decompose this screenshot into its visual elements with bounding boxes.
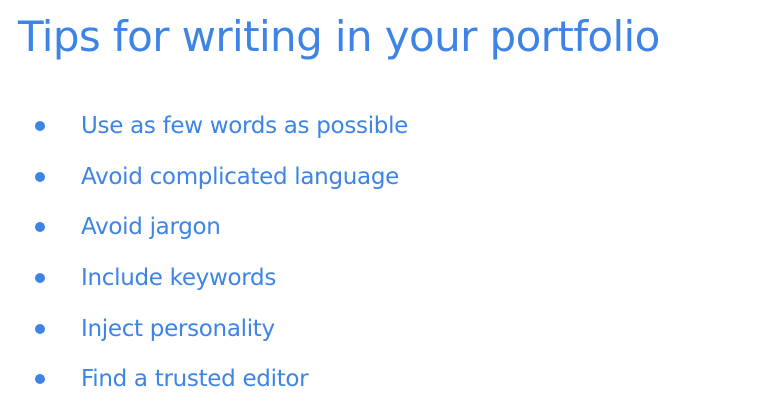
slide: Tips for writing in your portfolio Use a… (0, 0, 772, 410)
bullet-dot-icon (35, 374, 45, 385)
bullet-text: Avoid jargon (81, 214, 221, 241)
slide-title: Tips for writing in your portfolio (18, 12, 660, 61)
bullet-dot-icon (35, 222, 45, 233)
bullet-dot-icon (35, 323, 45, 334)
bullet-dot-icon (35, 121, 45, 132)
bullet-text: Find a trusted editor (81, 366, 309, 393)
bullet-text: Inject personality (81, 315, 275, 342)
bullet-text: Avoid complicated language (81, 163, 399, 190)
bullet-dot-icon (35, 171, 45, 182)
bullet-text: Include keywords (81, 265, 277, 292)
bullet-dot-icon (35, 273, 45, 284)
bullet-text: Use as few words as possible (81, 113, 409, 140)
